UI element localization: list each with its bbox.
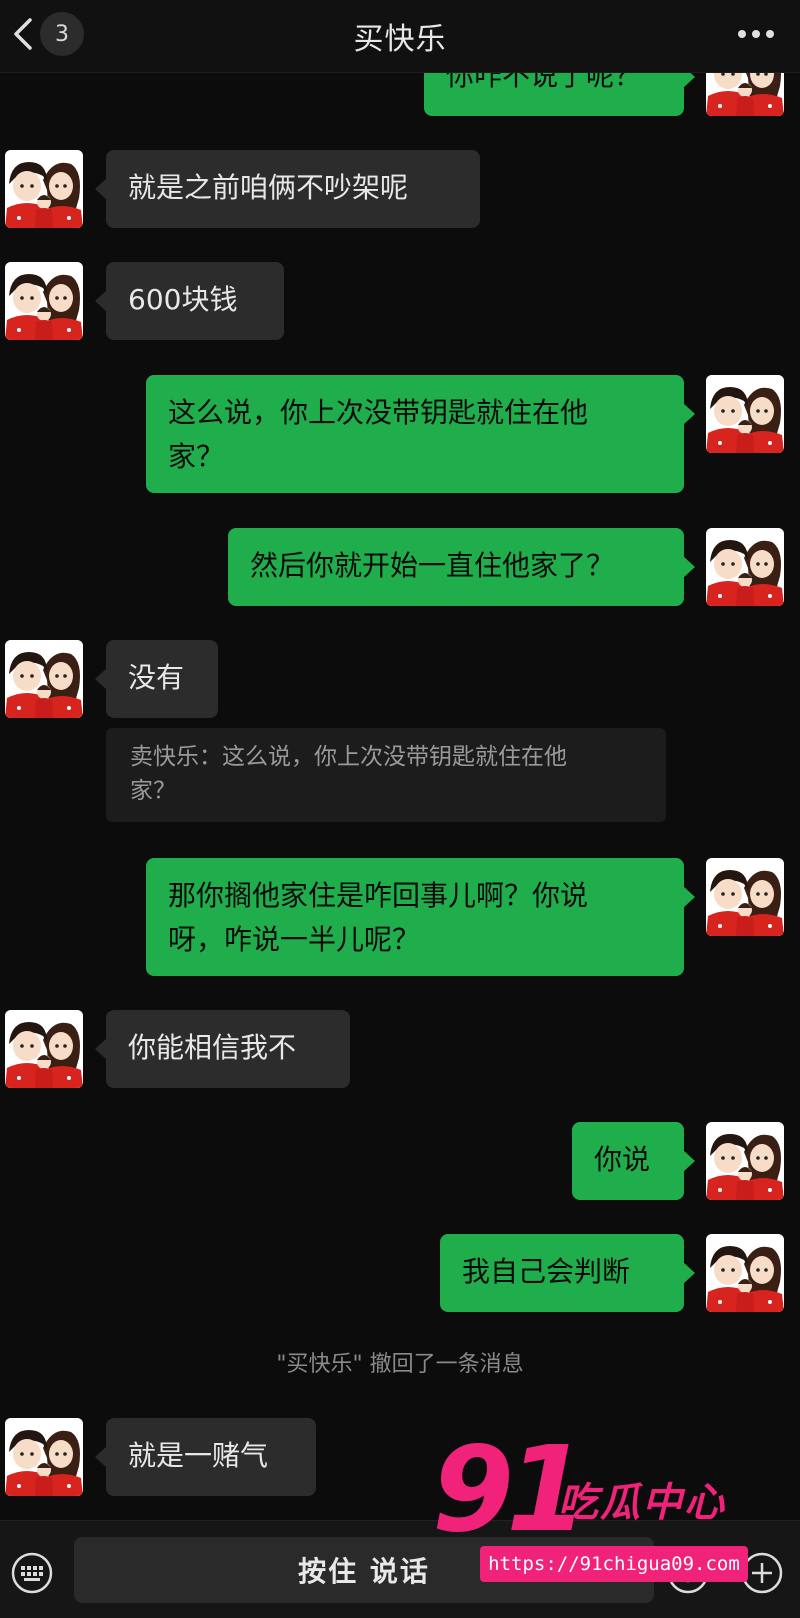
couple-avatar-image [5,1418,83,1496]
message-bubble-incoming[interactable]: 就是之前咱俩不吵架呢 [95,150,480,228]
keyboard-icon[interactable] [10,1551,54,1595]
avatar[interactable] [5,640,83,718]
couple-avatar-image [706,858,784,936]
avatar[interactable] [5,1010,83,1088]
chat-title: 买快乐 [353,22,447,57]
message-bubble-outgoing[interactable]: 那你搁他家住是咋回事儿啊？你说 呀，咋说一半儿呢？ [146,858,695,976]
couple-avatar-image [706,375,784,453]
avatar[interactable] [5,150,83,228]
couple-avatar-image [5,1010,83,1088]
quoted-message[interactable]: 卖快乐：这么说，你上次没带钥匙就住在他 家？ [106,728,666,822]
message-bubble-incoming[interactable]: 就是一赌气 [95,1418,316,1496]
couple-avatar-image [706,528,784,606]
avatar[interactable] [5,1418,83,1496]
avatar[interactable] [706,528,784,606]
message-bubble-outgoing[interactable]: 你说 [572,1122,695,1200]
avatar[interactable] [5,262,83,340]
couple-avatar-image [706,1234,784,1312]
message-bubble-incoming[interactable]: 600块钱 [95,262,284,340]
recall-notice: "买快乐" 撤回了一条消息 [276,1352,524,1377]
avatar[interactable] [706,858,784,936]
avatar[interactable] [706,375,784,453]
couple-avatar-image [5,640,83,718]
avatar[interactable] [706,1234,784,1312]
ellipsis-icon[interactable] [736,28,776,40]
message-bubble-outgoing[interactable]: 这么说，你上次没带钥匙就住在他 家？ [146,375,695,493]
watermark-url: https://91chigua09.com [480,1546,748,1582]
message-bubble-incoming[interactable]: 没有 [95,640,218,718]
watermark-logo-text: 吃瓜中心 [558,1480,726,1526]
message-bubble-outgoing[interactable]: 我自己会判断 [440,1234,695,1312]
message-bubble-incoming[interactable]: 你能相信我不 [95,1010,350,1088]
avatar[interactable] [706,1122,784,1200]
chat-header: 3 买快乐 [0,0,800,73]
message-bubble-outgoing[interactable]: 然后你就开始一直住他家了？ [228,528,695,606]
couple-avatar-image [706,1122,784,1200]
couple-avatar-image [5,150,83,228]
couple-avatar-image [5,262,83,340]
